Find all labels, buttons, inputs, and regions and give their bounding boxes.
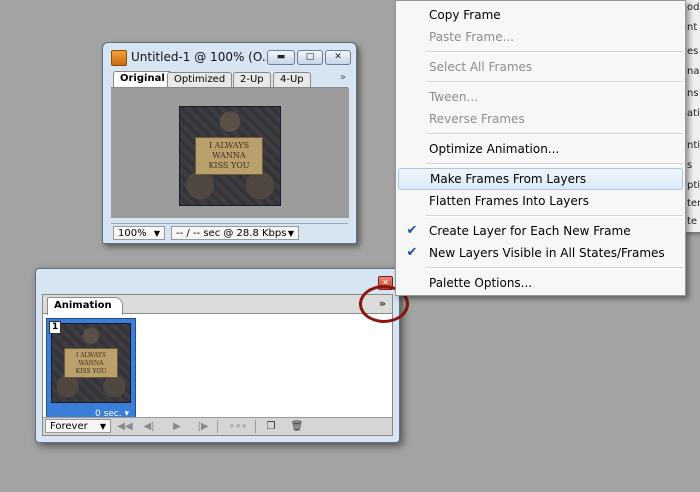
loop-value: Forever — [50, 421, 88, 432]
menu-item-label: Create Layer for Each New Frame — [429, 224, 631, 238]
frame-label-text: I ALWAYS WANNA KISS YOU — [64, 348, 118, 378]
previous-frame-icon[interactable]: ◀| — [141, 420, 157, 433]
tab-4-up[interactable]: 4-Up — [273, 72, 311, 87]
delete-frame-icon[interactable]: 🗑 — [289, 420, 305, 433]
minimize-button[interactable]: ▬ — [267, 50, 295, 65]
menu-separator — [426, 133, 683, 135]
chevron-down-icon: ▼ — [153, 229, 160, 238]
background-text-fragment: te — [687, 216, 698, 227]
menu-item-label: Optimize Animation... — [429, 142, 560, 156]
background-text-fragment: ter — [687, 198, 700, 209]
background-text-fragment: od — [687, 2, 700, 13]
chevron-down-icon: ▼ — [287, 229, 294, 238]
tab-animation[interactable]: Animation — [47, 297, 123, 315]
document-status-bar: 100% ▼ -- / -- sec @ 28.8 Kbps ▼ — [111, 223, 348, 242]
menu-separator — [426, 163, 683, 165]
animation-controls-bar: Forever ▼ ◀◀ ◀| ▶ |▶ ∘∘∘ ❐ 🗑 — [43, 417, 392, 435]
document-window: Untitled-1 @ 100% (O... ▬ □ ✕ Original O… — [102, 42, 357, 244]
artwork-label-text: I ALWAYS WANNA KISS YOU — [195, 137, 263, 175]
background-text-fragment: ns — [687, 88, 699, 99]
frame-thumbnail: I ALWAYS WANNA KISS YOU — [51, 323, 131, 403]
menu-item-flatten-frames-into-layers[interactable]: Flatten Frames Into Layers — [398, 190, 683, 212]
chevron-down-icon: ▼ — [99, 422, 106, 431]
menu-item-create-layer-for-each-new-frame[interactable]: ✔ Create Layer for Each New Frame — [398, 220, 683, 242]
animation-palette: ✕ Animation » I ALWAYS WANNA KISS YOU 1 … — [35, 268, 400, 443]
menu-item-reverse-frames[interactable]: Reverse Frames — [398, 108, 683, 130]
loop-select[interactable]: Forever ▼ — [45, 419, 111, 433]
first-frame-icon[interactable]: ◀◀ — [117, 420, 133, 433]
background-text-fragment: es — [687, 46, 699, 57]
palette-context-menu: Copy Frame Paste Frame... Select All Frame… — [395, 0, 686, 296]
animation-tab-bar: Animation » — [43, 295, 392, 315]
menu-item-label: Tween... — [429, 90, 478, 104]
tab-2-up[interactable]: 2-Up — [233, 72, 271, 87]
view-tabs: Original Optimized 2-Up 4-Up » — [111, 71, 348, 88]
menu-item-label: Reverse Frames — [429, 112, 525, 126]
zoom-select[interactable]: 100% ▼ — [113, 226, 165, 240]
animation-panel-body: Animation » I ALWAYS WANNA KISS YOU 1 0 … — [42, 294, 393, 436]
tabs-overflow-icon[interactable]: » — [340, 72, 346, 83]
menu-item-make-frames-from-layers[interactable]: Make Frames From Layers — [398, 168, 683, 190]
tab-original[interactable]: Original — [113, 71, 172, 87]
play-icon[interactable]: ▶ — [169, 420, 185, 433]
download-time-select[interactable]: -- / -- sec @ 28.8 Kbps ▼ — [171, 226, 299, 240]
menu-item-new-layers-visible-in-all-states-frames[interactable]: ✔ New Layers Visible in All States/Frames — [398, 242, 683, 264]
menu-separator — [426, 51, 683, 53]
menu-item-select-all-frames[interactable]: Select All Frames — [398, 56, 683, 78]
document-title: Untitled-1 @ 100% (O... — [131, 50, 274, 64]
zoom-value: 100% — [118, 228, 147, 239]
artwork-image: I ALWAYS WANNA KISS YOU — [179, 106, 281, 206]
checkmark-icon: ✔ — [406, 245, 418, 260]
menu-item-palette-options[interactable]: Palette Options... — [398, 272, 683, 294]
menu-item-tween[interactable]: Tween... — [398, 86, 683, 108]
menu-item-label: Flatten Frames Into Layers — [429, 194, 589, 208]
menu-item-paste-frame[interactable]: Paste Frame... — [398, 26, 683, 48]
menu-separator — [426, 81, 683, 83]
download-time-value: -- / -- sec @ 28.8 Kbps — [176, 228, 287, 239]
close-button[interactable]: ✕ — [325, 50, 351, 65]
menu-separator — [426, 267, 683, 269]
document-title-bar[interactable]: Untitled-1 @ 100% (O... ▬ □ ✕ — [109, 47, 351, 69]
next-frame-icon[interactable]: |▶ — [195, 420, 211, 433]
tween-icon[interactable]: ∘∘∘ — [227, 420, 249, 433]
background-text-fragment: ptio — [687, 180, 700, 191]
frame-number: 1 — [49, 321, 62, 334]
background-text-fragment: na — [687, 66, 700, 77]
background-text-fragment: nt — [687, 22, 698, 33]
background-text-fragment: ati — [687, 108, 700, 119]
menu-item-label: New Layers Visible in All States/Frames — [429, 246, 665, 260]
menu-separator — [426, 215, 683, 217]
photoshop-app-icon — [111, 50, 127, 66]
menu-item-label: Select All Frames — [429, 60, 533, 74]
menu-item-label: Make Frames From Layers — [430, 172, 587, 186]
menu-item-label: Paste Frame... — [429, 30, 515, 44]
background-text-fragment: nti — [687, 140, 700, 151]
menu-item-copy-frame[interactable]: Copy Frame — [398, 4, 683, 26]
checkmark-icon: ✔ — [406, 223, 418, 238]
menu-item-label: Palette Options... — [429, 276, 533, 290]
menu-item-label: Copy Frame — [429, 8, 501, 22]
maximize-button[interactable]: □ — [297, 50, 323, 65]
duplicate-frame-icon[interactable]: ❐ — [263, 420, 279, 433]
controls-divider — [255, 420, 256, 433]
menu-item-optimize-animation[interactable]: Optimize Animation... — [398, 138, 683, 160]
animation-frame-1[interactable]: I ALWAYS WANNA KISS YOU 1 0 sec. ▾ — [46, 318, 136, 422]
tab-optimized[interactable]: Optimized — [167, 72, 233, 87]
background-window-strip: odntesnansatintisptiotertead — [684, 0, 700, 232]
background-text-fragment: s — [687, 160, 693, 171]
document-canvas[interactable]: I ALWAYS WANNA KISS YOU — [111, 88, 349, 218]
controls-divider — [217, 420, 218, 433]
